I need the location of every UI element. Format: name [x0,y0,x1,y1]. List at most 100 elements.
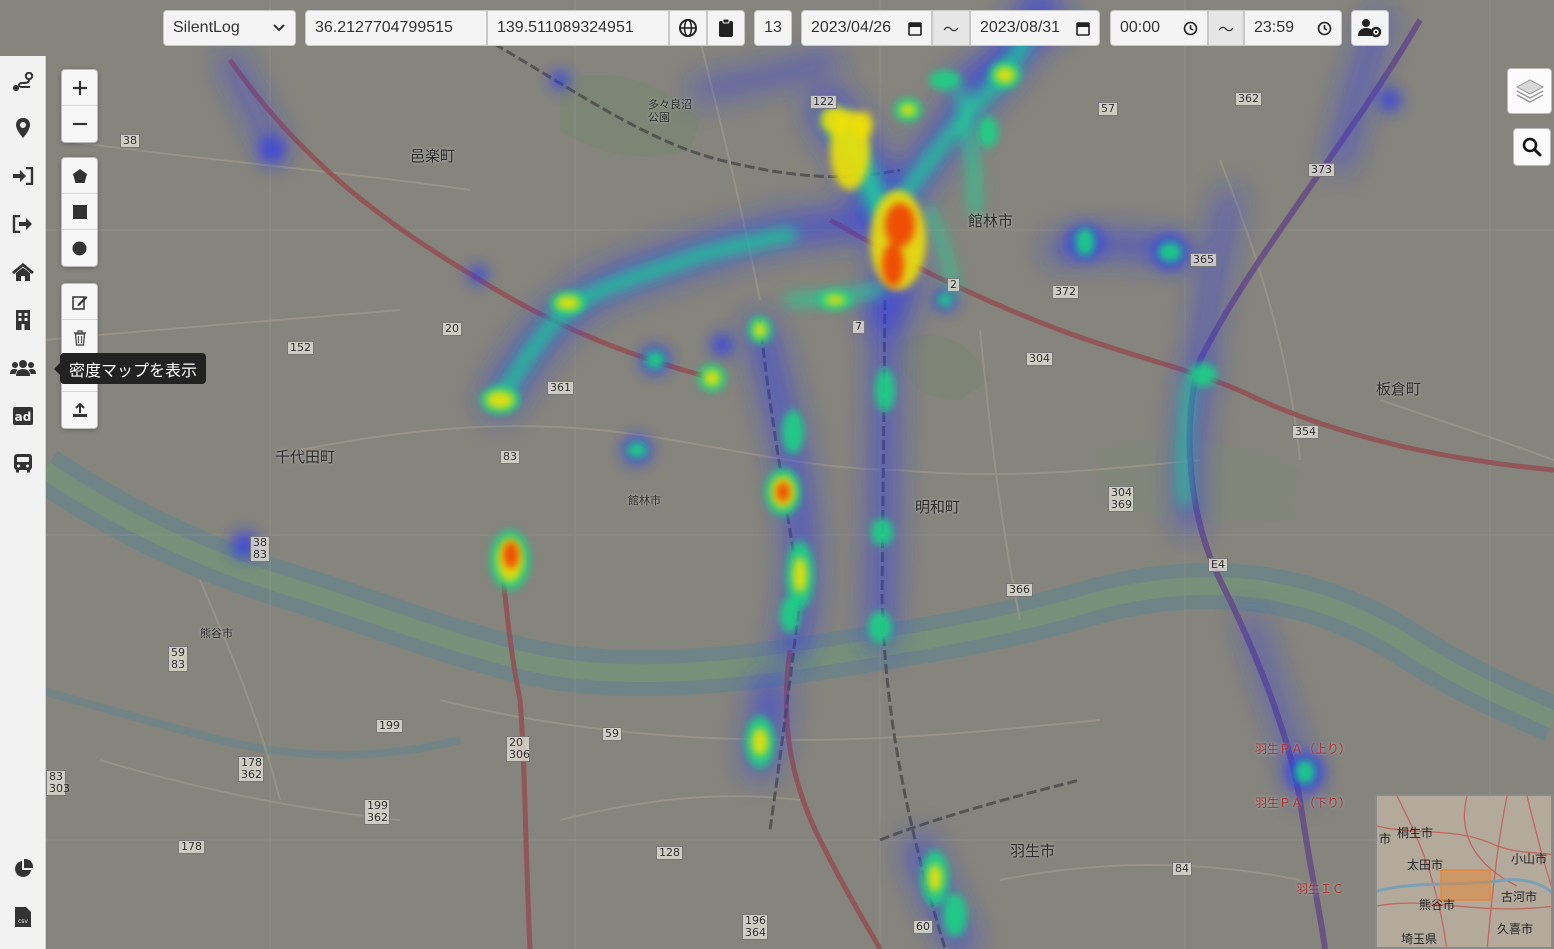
route-shield: 83 303 [46,770,70,796]
location-button[interactable] [0,108,46,148]
home-icon [12,263,34,281]
time-to-value: 23:59 [1254,19,1295,36]
route-shield: 304 [1026,352,1053,366]
route-shield: E4 [1208,558,1228,572]
overview-minimap[interactable]: 桐生市 太田市 小山市 古河市 熊谷市 久喜市 埼玉県 市 [1375,794,1553,949]
delete-layers-button[interactable] [62,320,97,356]
clock-icon [1317,21,1332,35]
search-button[interactable] [1513,128,1551,166]
route-shield: 59 [602,727,622,741]
route-shield: 20 [442,322,462,336]
town-label-hanyu: 羽生市 [1010,842,1056,860]
route-shield: 84 [1172,862,1192,876]
data-source-select[interactable]: SilentLog [163,10,296,46]
sign-in-button[interactable] [0,156,46,196]
upload-icon [72,402,87,417]
clipboard-button[interactable] [707,10,745,46]
chevron-down-icon [273,24,285,32]
route-shield: 304 369 [1108,486,1134,512]
route-shield: 38 [120,134,140,148]
route-shield: 199 362 [364,799,390,825]
minimap-label: 桐生市 [1397,826,1434,840]
time-from-input[interactable]: 00:00 [1110,10,1208,46]
sign-out-button[interactable] [0,204,46,244]
building-button[interactable] [0,300,46,340]
time-range-separator: 〜 [1208,10,1244,46]
pa-label-down: 羽生ＰＡ（下り） [1255,796,1352,810]
route-shield: 373 [1308,163,1335,177]
route-shield: 178 [178,840,205,854]
ad-button[interactable]: ad [0,396,46,436]
svg-text:csv: csv [18,918,28,925]
layers-button[interactable] [1507,68,1552,114]
range-separator-text: 〜 [942,22,959,39]
csv-file-icon: csv [15,907,31,927]
bus-icon [14,454,32,473]
route-shield: 2 [947,278,960,292]
zoom-controls [61,69,98,143]
town-label-tatebayashi: 館林市 [968,212,1014,230]
user-settings-button[interactable] [1351,10,1389,46]
draw-polygon-button[interactable] [62,158,97,194]
ic-label: 羽生ＩＣ [1296,882,1345,896]
density-map-button[interactable] [0,348,46,388]
park-label-tatara: 多々良沼公園 [648,98,692,124]
map-canvas[interactable]: 邑楽町 千代田町 館林市 明和町 板倉町 羽生市 熊谷市 館林市 多々良沼公園 … [0,0,1554,949]
csv-export-button[interactable]: csv [0,897,46,937]
svg-text:ad: ad [15,410,32,424]
minimap-label: 太田市 [1407,858,1444,872]
date-to-input[interactable]: 2023/08/31 [970,10,1100,46]
route-shield: 354 [1292,425,1319,439]
route-shield: 38 83 [250,536,270,562]
route-shield: 362 [1235,92,1262,106]
pie-chart-icon [15,859,33,877]
left-sidebar: ad csv [0,56,46,949]
route-shield: 60 [913,920,933,934]
chart-button[interactable] [0,849,46,889]
time-from-value: 00:00 [1120,19,1161,36]
circle-icon [72,241,87,255]
home-button[interactable] [0,252,46,292]
route-shield: 7 [852,320,865,334]
date-range-separator: 〜 [932,10,970,46]
layers-icon [1515,79,1544,103]
minimap-label: 小山市 [1511,852,1548,866]
zoom-in-button[interactable] [62,70,97,106]
density-map-tooltip: 密度マップを表示 [53,353,207,384]
route-shield: 199 [376,719,403,733]
town-label-meiwa: 明和町 [915,498,961,516]
calendar-icon [1076,21,1090,36]
route-shield: 365 [1190,253,1217,267]
map-pin-icon [16,118,30,138]
clipboard-icon [719,18,733,37]
zoom-out-icon [72,122,87,126]
zoom-level-field[interactable]: 13 [754,10,792,46]
minimap-label: 市 [1379,832,1392,846]
time-to-input[interactable]: 23:59 [1244,10,1342,46]
zoom-out-button[interactable] [62,106,97,142]
globe-button[interactable] [669,10,707,46]
route-shield: 128 [656,846,683,860]
zoom-in-icon [72,80,87,95]
date-from-input[interactable]: 2023/04/26 [801,10,932,46]
route-shield: 20 306 [506,736,530,762]
longitude-input[interactable]: 139.511089324951 [487,10,669,46]
minimap-label: 埼玉県 [1401,932,1438,946]
zoom-level-value: 13 [764,19,782,36]
minimap-label: 久喜市 [1497,922,1534,936]
ad-icon: ad [13,407,33,425]
upload-button[interactable] [62,392,97,428]
route-shield: 366 [1006,583,1033,597]
route-shield: 83 [500,450,520,464]
draw-controls [61,157,98,267]
date-from-value: 2023/04/26 [811,19,892,36]
range-separator-text: 〜 [1217,22,1234,39]
edit-layers-button[interactable] [62,284,97,320]
clock-icon [1183,21,1198,35]
polygon-icon [72,168,87,183]
draw-circle-button[interactable] [62,230,97,266]
draw-rectangle-button[interactable] [62,194,97,230]
latitude-input[interactable]: 36.2127704799515 [305,10,487,46]
route-button[interactable] [0,62,46,102]
bus-button[interactable] [0,443,46,483]
